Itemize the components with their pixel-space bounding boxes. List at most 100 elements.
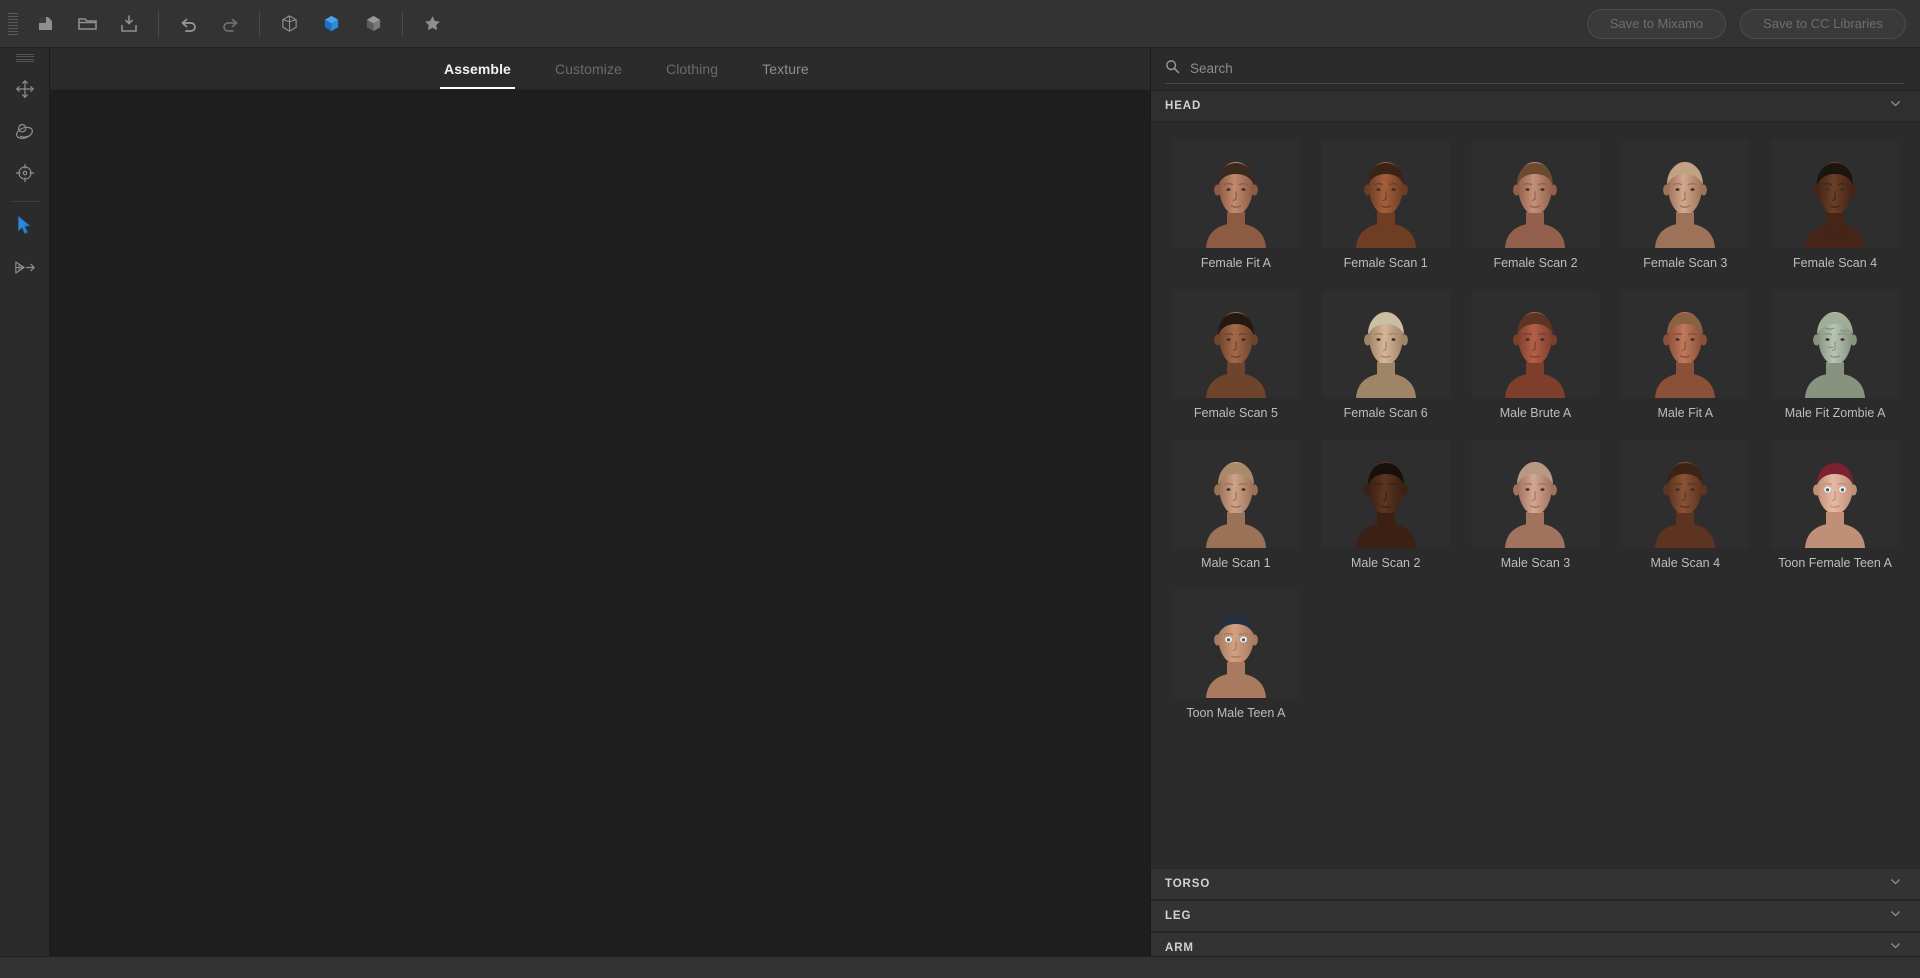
section-header-head[interactable]: HEAD	[1151, 90, 1920, 122]
head-thumbnail	[1321, 440, 1450, 548]
toolbar-drag-grip[interactable]	[8, 11, 18, 37]
head-asset-label: Female Scan 2	[1493, 256, 1578, 270]
head-thumbnail	[1471, 290, 1600, 398]
tab-customize[interactable]: Customize	[533, 48, 644, 89]
search-icon	[1165, 59, 1190, 79]
head-thumbnail	[1321, 140, 1450, 248]
head-asset-item[interactable]: Female Fit A	[1161, 134, 1311, 280]
mirror-flip-icon	[14, 258, 36, 282]
tab-clothing[interactable]: Clothing	[644, 48, 740, 89]
chevron-down-icon	[1889, 97, 1902, 115]
head-asset-item[interactable]: Female Scan 6	[1311, 284, 1461, 430]
redo-arrow-icon	[221, 15, 240, 32]
head-thumbnail	[1171, 140, 1300, 248]
toolbar-divider	[158, 10, 159, 37]
move-arrows-icon	[15, 79, 35, 104]
head-asset-label: Toon Female Teen A	[1778, 556, 1892, 570]
head-thumbnail	[1171, 440, 1300, 548]
pan-tool[interactable]	[4, 70, 46, 112]
head-asset-label: Female Scan 3	[1643, 256, 1728, 270]
head-asset-item[interactable]: Male Scan 1	[1161, 434, 1311, 580]
undo-button[interactable]	[167, 4, 209, 44]
cursor-arrow-icon	[15, 215, 34, 241]
head-asset-label: Male Fit Zombie A	[1784, 406, 1886, 420]
asset-library-panel: HEAD	[1150, 48, 1920, 956]
toolbar-divider-2	[259, 10, 260, 37]
section-header-arm[interactable]: ARM	[1151, 932, 1920, 956]
head-thumbnail	[1621, 140, 1750, 248]
mirror-tool[interactable]	[4, 249, 46, 291]
star-icon	[423, 14, 442, 33]
head-asset-label: Male Scan 1	[1201, 556, 1271, 570]
head-asset-item[interactable]: Toon Male Teen A	[1161, 584, 1311, 730]
section-title: ARM	[1165, 942, 1194, 954]
rail-divider	[9, 201, 40, 202]
folder-open-icon	[77, 15, 97, 32]
head-thumbnail	[1471, 440, 1600, 548]
head-thumbnail	[1471, 140, 1600, 248]
cube-wireframe-icon	[280, 14, 299, 33]
undo-arrow-icon	[179, 15, 198, 32]
orbit-icon	[14, 121, 35, 146]
head-thumbnail	[1771, 290, 1900, 398]
save-to-cc-libraries-button[interactable]: Save to CC Libraries	[1740, 8, 1906, 39]
head-asset-item[interactable]: Female Scan 2	[1461, 134, 1611, 280]
head-thumbnail	[1171, 590, 1300, 698]
chevron-down-icon	[1889, 907, 1902, 925]
grid-filler	[1151, 748, 1920, 868]
head-asset-label: Male Scan 2	[1350, 556, 1421, 570]
cube-shaded-icon	[364, 14, 383, 33]
head-thumbnail	[1771, 440, 1900, 548]
head-asset-item[interactable]: Female Scan 5	[1161, 284, 1311, 430]
top-toolbar: Save to Mixamo Save to CC Libraries	[0, 0, 1920, 48]
left-tool-rail	[0, 48, 50, 956]
panel-scroll-area[interactable]: HEAD Female Fit A Female Scan 1 Female S…	[1151, 90, 1920, 956]
head-asset-label: Male Scan 3	[1500, 556, 1571, 570]
section-header-torso[interactable]: TORSO	[1151, 868, 1920, 900]
head-asset-item[interactable]: Female Scan 1	[1311, 134, 1461, 280]
section-title: HEAD	[1165, 100, 1202, 112]
tab-texture[interactable]: Texture	[740, 48, 831, 89]
toolbar-divider-3	[402, 10, 403, 37]
tab-assemble[interactable]: Assemble	[422, 48, 533, 89]
favorites-button[interactable]	[411, 4, 453, 44]
head-asset-item[interactable]: Male Fit A	[1610, 284, 1760, 430]
open-file-button[interactable]	[66, 4, 108, 44]
view-solid-button[interactable]	[310, 4, 352, 44]
redo-button[interactable]	[209, 4, 251, 44]
head-asset-item[interactable]: Toon Female Teen A	[1760, 434, 1910, 580]
select-tool[interactable]	[4, 207, 46, 249]
head-asset-label: Male Scan 4	[1650, 556, 1721, 570]
head-asset-label: Toon Male Teen A	[1186, 706, 1286, 720]
focus-tool[interactable]	[4, 154, 46, 196]
section-title: LEG	[1165, 910, 1192, 922]
search-bar	[1151, 48, 1920, 90]
head-asset-item[interactable]: Male Scan 3	[1461, 434, 1611, 580]
chevron-down-icon	[1889, 939, 1902, 956]
head-asset-item[interactable]: Male Scan 2	[1311, 434, 1461, 580]
head-thumbnail	[1621, 440, 1750, 548]
head-asset-label: Female Scan 5	[1193, 406, 1278, 420]
search-input[interactable]	[1190, 61, 1904, 76]
new-document-icon	[37, 15, 54, 32]
3d-viewport[interactable]	[50, 90, 1150, 956]
head-asset-item[interactable]: Male Scan 4	[1610, 434, 1760, 580]
status-bar	[0, 956, 1920, 978]
head-asset-item[interactable]: Male Brute A	[1461, 284, 1611, 430]
head-asset-item[interactable]: Female Scan 4	[1760, 134, 1910, 280]
target-icon	[15, 163, 35, 188]
chevron-down-icon	[1889, 875, 1902, 893]
head-asset-label: Female Fit A	[1200, 256, 1271, 270]
new-scene-button[interactable]	[24, 4, 66, 44]
head-asset-label: Female Scan 1	[1343, 256, 1428, 270]
rail-drag-grip[interactable]	[15, 54, 34, 62]
view-shaded-button[interactable]	[352, 4, 394, 44]
head-asset-item[interactable]: Female Scan 3	[1610, 134, 1760, 280]
save-to-mixamo-button[interactable]: Save to Mixamo	[1586, 8, 1727, 39]
orbit-tool[interactable]	[4, 112, 46, 154]
view-wireframe-button[interactable]	[268, 4, 310, 44]
import-button[interactable]	[108, 4, 150, 44]
center-area: Assemble Customize Clothing Texture	[50, 48, 1150, 956]
section-header-leg[interactable]: LEG	[1151, 900, 1920, 932]
head-asset-item[interactable]: Male Fit Zombie A	[1760, 284, 1910, 430]
